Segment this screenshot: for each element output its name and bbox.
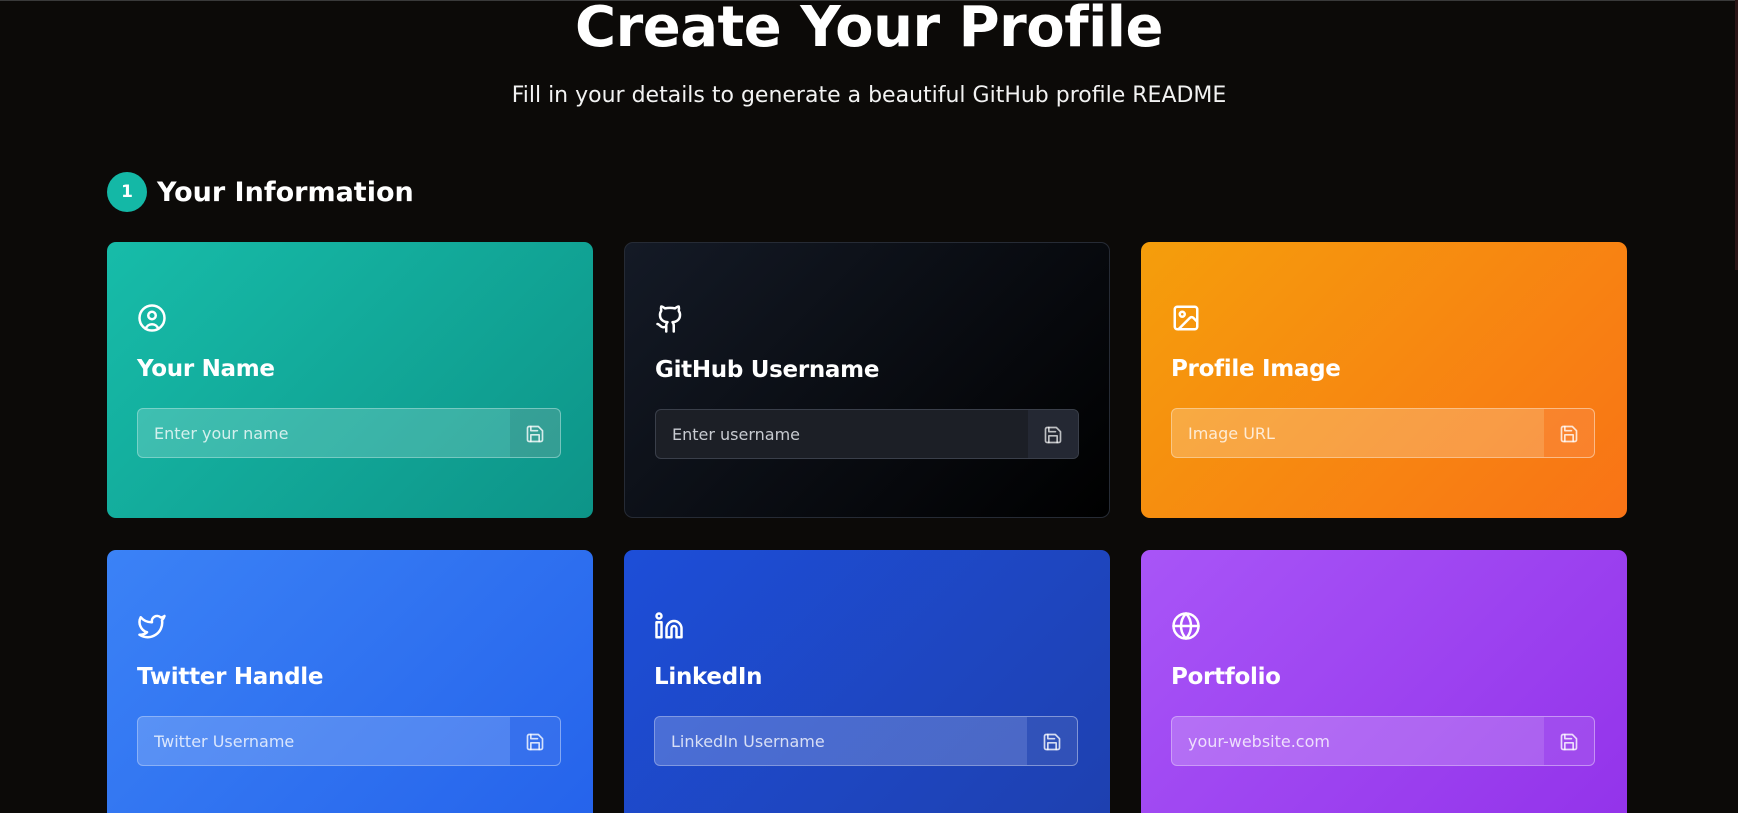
save-linkedin-button[interactable] — [1027, 717, 1077, 765]
page-title: Create Your Profile — [575, 0, 1163, 60]
user-circle-icon — [137, 303, 167, 333]
save-portfolio-button[interactable] — [1544, 717, 1594, 765]
twitter-icon — [137, 611, 167, 641]
card-profile-image: Profile Image — [1141, 242, 1627, 518]
linkedin-input-group — [654, 716, 1078, 766]
save-github-button[interactable] — [1028, 410, 1078, 458]
save-name-button[interactable] — [510, 409, 560, 457]
card-your-name: Your Name — [107, 242, 593, 518]
linkedin-icon — [654, 611, 684, 641]
github-username-input[interactable] — [656, 410, 1028, 458]
save-icon — [1560, 733, 1578, 751]
card-linkedin: LinkedIn — [624, 550, 1110, 813]
image-input-group — [1171, 408, 1595, 458]
card-github-username: GitHub Username — [624, 242, 1110, 518]
twitter-username-input[interactable] — [138, 717, 510, 765]
section-header: 1 Your Information — [107, 172, 414, 212]
card-title: Twitter Handle — [137, 664, 324, 690]
card-title: Your Name — [137, 356, 275, 382]
card-title: LinkedIn — [654, 664, 763, 690]
image-url-input[interactable] — [1172, 409, 1544, 457]
info-card-grid: Your Name GitHub Username — [107, 242, 1627, 813]
page-subtitle: Fill in your details to generate a beaut… — [511, 83, 1227, 108]
card-twitter-handle: Twitter Handle — [107, 550, 593, 813]
portfolio-url-input[interactable] — [1172, 717, 1544, 765]
github-input-group — [655, 409, 1079, 459]
save-icon — [1560, 425, 1578, 443]
section-title: Your Information — [157, 176, 414, 208]
image-icon — [1171, 303, 1201, 333]
card-portfolio: Portfolio — [1141, 550, 1627, 813]
globe-icon — [1171, 611, 1201, 641]
save-twitter-button[interactable] — [510, 717, 560, 765]
name-input[interactable] — [138, 409, 510, 457]
card-title: Portfolio — [1171, 664, 1281, 690]
github-icon — [655, 304, 685, 334]
save-icon — [1043, 733, 1061, 751]
card-title: Profile Image — [1171, 356, 1341, 382]
save-icon — [526, 733, 544, 751]
portfolio-input-group — [1171, 716, 1595, 766]
twitter-input-group — [137, 716, 561, 766]
page: Create Your Profile Fill in your details… — [0, 0, 1738, 813]
save-icon — [526, 425, 544, 443]
linkedin-username-input[interactable] — [655, 717, 1027, 765]
name-input-group — [137, 408, 561, 458]
save-image-button[interactable] — [1544, 409, 1594, 457]
step-badge: 1 — [107, 172, 147, 212]
card-title: GitHub Username — [655, 357, 880, 383]
save-icon — [1044, 426, 1062, 444]
